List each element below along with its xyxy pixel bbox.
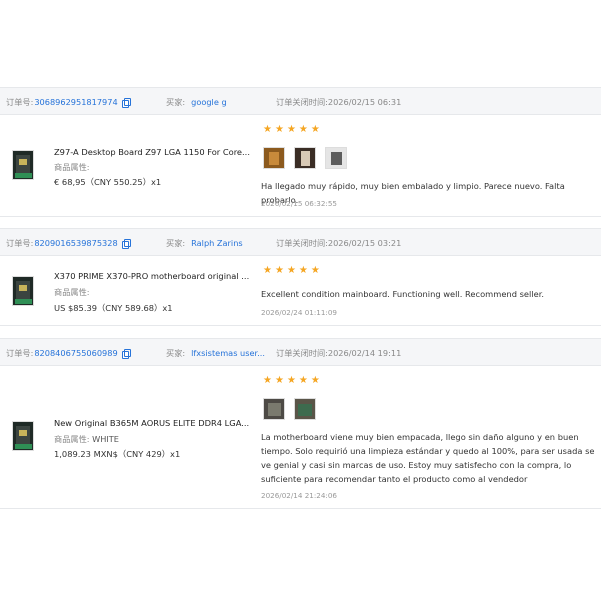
order-header: 订单号: 8209016539875328 买家: Ralph Zarins 订… [0,228,601,256]
star-icon: ★ [274,375,284,386]
closed-time-value: 2026/02/15 06:31 [327,97,402,107]
order-no-label: 订单号: [6,97,34,107]
buyer-link[interactable]: Ralph Zarins [191,238,243,248]
review-photo[interactable] [294,398,316,420]
order-no-link[interactable]: 8208406755060989 [34,348,117,358]
product-attr: 商品属性: WHITE [54,433,119,445]
product-thumbnail[interactable] [12,276,34,306]
product-thumbnail[interactable] [12,150,34,180]
review-photos [263,398,316,420]
order-no-link[interactable]: 3068962951817974 [34,97,117,107]
closed-time-value: 2026/02/14 19:11 [327,348,402,358]
review-text: La motherboard viene muy bien empacada, … [261,432,595,484]
star-icon: ★ [298,124,308,135]
product-attr: 商品属性: [54,161,90,173]
order-no-label: 订单号: [6,348,34,358]
copy-icon[interactable] [121,349,131,359]
star-icon: ★ [286,375,296,386]
review-date: 2026/02/14 21:24:06 [261,491,337,500]
order-body: X370 PRIME X370-PRO motherboard original… [0,256,601,326]
product-thumbnail[interactable] [12,421,34,451]
review-photos [263,147,347,169]
star-icon: ★ [298,265,308,276]
star-icon: ★ [274,124,284,135]
star-icon: ★ [310,375,320,386]
closed-time-value: 2026/02/15 03:21 [327,238,402,248]
order-body: New Original B365M AORUS ELITE DDR4 LGA.… [0,366,601,509]
rating-stars: ★ ★ ★ ★ ★ [263,376,320,386]
buyer-label: 买家: [166,238,186,248]
product-title[interactable]: Z97-A Desktop Board Z97 LGA 1150 For Cor… [54,147,250,157]
product-attr: 商品属性: [54,286,90,298]
product-price: 1,089.23 MXN$（CNY 429）x1 [54,449,181,459]
review-date: 2026/02/15 06:32:55 [261,199,337,208]
star-icon: ★ [298,375,308,386]
order-body: Z97-A Desktop Board Z97 LGA 1150 For Cor… [0,115,601,217]
closed-time-label: 订单关闭时间: [276,238,328,248]
review-photo[interactable] [263,147,285,169]
review-text: Excellent condition mainboard. Functioni… [261,289,545,299]
copy-icon[interactable] [121,98,131,108]
closed-time-label: 订单关闭时间: [276,97,328,107]
star-icon: ★ [286,265,296,276]
rating-stars: ★ ★ ★ ★ ★ [263,266,320,276]
order-no-label: 订单号: [6,238,34,248]
copy-icon[interactable] [121,239,131,249]
product-title[interactable]: New Original B365M AORUS ELITE DDR4 LGA.… [54,418,249,428]
product-price: € 68,95（CNY 550.25）x1 [54,177,162,187]
star-icon: ★ [263,265,272,276]
star-icon: ★ [274,265,284,276]
closed-time-label: 订单关闭时间: [276,348,328,358]
product-title[interactable]: X370 PRIME X370-PRO motherboard original… [54,271,249,281]
order-no-link[interactable]: 8209016539875328 [34,238,117,248]
attr-label: 商品属性: [54,162,90,172]
order-header: 订单号: 8208406755060989 买家: lfxsistemas us… [0,338,601,366]
buyer-link[interactable]: google g [191,97,227,107]
attr-value: WHITE [92,434,119,444]
star-icon: ★ [286,124,296,135]
rating-stars: ★ ★ ★ ★ ★ [263,125,320,135]
review-photo[interactable] [294,147,316,169]
buyer-link[interactable]: lfxsistemas user... [191,348,265,358]
order-header: 订单号: 3068962951817974 买家: google g 订单关闭时… [0,87,601,115]
star-icon: ★ [310,265,320,276]
product-price: US $85.39（CNY 589.68）x1 [54,303,173,313]
star-icon: ★ [263,375,272,386]
review-photo[interactable] [263,398,285,420]
attr-label: 商品属性: [54,287,90,297]
attr-label: 商品属性: [54,434,90,444]
review-photo[interactable] [325,147,347,169]
buyer-label: 买家: [166,97,186,107]
buyer-label: 买家: [166,348,186,358]
review-date: 2026/02/24 01:11:09 [261,308,337,317]
star-icon: ★ [310,124,320,135]
star-icon: ★ [263,124,272,135]
